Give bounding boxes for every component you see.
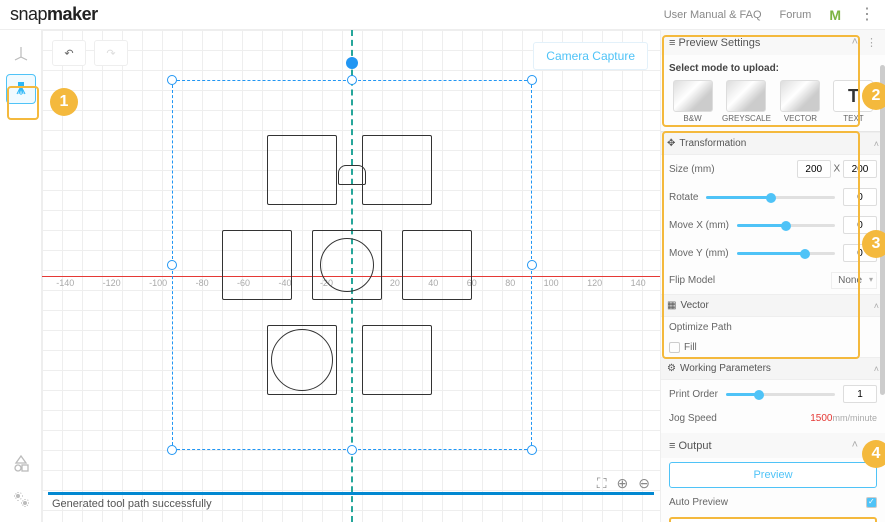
resize-handle[interactable]: [527, 445, 537, 455]
mode-bw[interactable]: B&W: [669, 80, 716, 123]
resize-handle[interactable]: [347, 75, 357, 85]
right-panel: ≡ Preview Settings ˄⋮ Select mode to upl…: [660, 30, 885, 522]
auto-preview-row: Auto Preview: [661, 492, 885, 513]
forum-link[interactable]: Forum: [780, 9, 812, 21]
working-params-header[interactable]: ⚙Working Parameters˄: [661, 357, 885, 380]
optimize-row: Optimize Path: [661, 317, 885, 338]
view-controls: ⛶ ⊕ ⊖: [597, 475, 650, 492]
redo-button[interactable]: ↷: [94, 40, 128, 66]
rotate-input[interactable]: [843, 188, 877, 206]
print-order-input[interactable]: [843, 385, 877, 403]
preview-settings-header[interactable]: ≡ Preview Settings ˄⋮: [661, 30, 885, 55]
more-menu-icon[interactable]: ⋮: [859, 7, 875, 23]
generate-gcode-button[interactable]: Generate G-code: [669, 517, 877, 522]
camera-capture-button[interactable]: Camera Capture: [533, 42, 648, 70]
zoom-out-icon[interactable]: ⊖: [638, 475, 650, 492]
annotation-4: 4: [862, 440, 885, 468]
flip-row: Flip ModelNone: [661, 267, 885, 294]
resize-handle[interactable]: [167, 445, 177, 455]
rotate-slider[interactable]: [706, 196, 835, 199]
params-icon: ⚙: [667, 363, 676, 374]
resize-handle[interactable]: [527, 75, 537, 85]
top-bar: snapmaker User Manual & FAQ Forum M ⋮: [0, 0, 885, 30]
resize-handle[interactable]: [167, 75, 177, 85]
selection-box[interactable]: [172, 80, 532, 450]
preview-button[interactable]: Preview: [669, 462, 877, 488]
logo: snapmaker: [10, 4, 98, 25]
auto-preview-checkbox[interactable]: [866, 497, 877, 508]
rotate-handle[interactable]: [346, 57, 358, 69]
mode-greyscale[interactable]: GREYSCALE: [722, 80, 771, 123]
left-toolbar: [0, 30, 42, 522]
transform-icon: ✥: [667, 138, 675, 149]
m-icon[interactable]: M: [829, 7, 841, 23]
annotation-3: 3: [862, 230, 885, 258]
vector-icon: ▦: [667, 300, 676, 311]
flip-select[interactable]: None: [831, 272, 877, 289]
vector-header[interactable]: ▦Vector˄: [661, 294, 885, 317]
collapse-icon[interactable]: ˄: [852, 439, 858, 452]
shapes-tool-icon[interactable]: [6, 448, 36, 478]
output-header[interactable]: ≡ Output ˄⋮: [661, 433, 885, 458]
panel-menu-icon[interactable]: ⋮: [866, 36, 877, 49]
annotation-1: 1: [50, 88, 78, 116]
zoom-in-icon[interactable]: ⊕: [617, 475, 629, 492]
resize-handle[interactable]: [527, 260, 537, 270]
rotate-row: Rotate: [661, 183, 885, 211]
fullscreen-icon[interactable]: ⛶: [597, 475, 607, 492]
print-order-row: Print Order: [661, 380, 885, 408]
manual-link[interactable]: User Manual & FAQ: [664, 9, 762, 21]
undo-button[interactable]: ↶: [52, 40, 86, 66]
settings-tool-icon[interactable]: [6, 484, 36, 514]
transformation-header[interactable]: ✥Transformation˄: [661, 132, 885, 155]
movex-row: Move X (mm): [661, 211, 885, 239]
mode-vector[interactable]: VECTOR: [777, 80, 824, 123]
canvas[interactable]: -140-120-100-80-60-40-202040608010012014…: [42, 30, 660, 522]
top-links: User Manual & FAQ Forum M ⋮: [664, 7, 875, 23]
annotation-2: 2: [862, 82, 885, 110]
size-row: Size (mm) X: [661, 155, 885, 183]
movex-slider[interactable]: [737, 224, 835, 227]
print-order-slider[interactable]: [726, 393, 835, 396]
resize-handle[interactable]: [167, 260, 177, 270]
size-width-input[interactable]: [797, 160, 831, 178]
axes-tool-icon[interactable]: [6, 38, 36, 68]
fill-checkbox[interactable]: Fill: [661, 338, 885, 357]
jog-speed-row: Jog Speed1500mm/minute: [661, 408, 885, 429]
size-height-input[interactable]: [843, 160, 877, 178]
movey-row: Move Y (mm): [661, 239, 885, 267]
laser-tool-icon[interactable]: [6, 74, 36, 104]
resize-handle[interactable]: [347, 445, 357, 455]
movey-slider[interactable]: [737, 252, 835, 255]
select-mode-label: Select mode to upload:: [669, 63, 877, 74]
status-bar: Generated tool path successfully: [48, 492, 654, 510]
collapse-icon[interactable]: ˄: [852, 36, 858, 49]
